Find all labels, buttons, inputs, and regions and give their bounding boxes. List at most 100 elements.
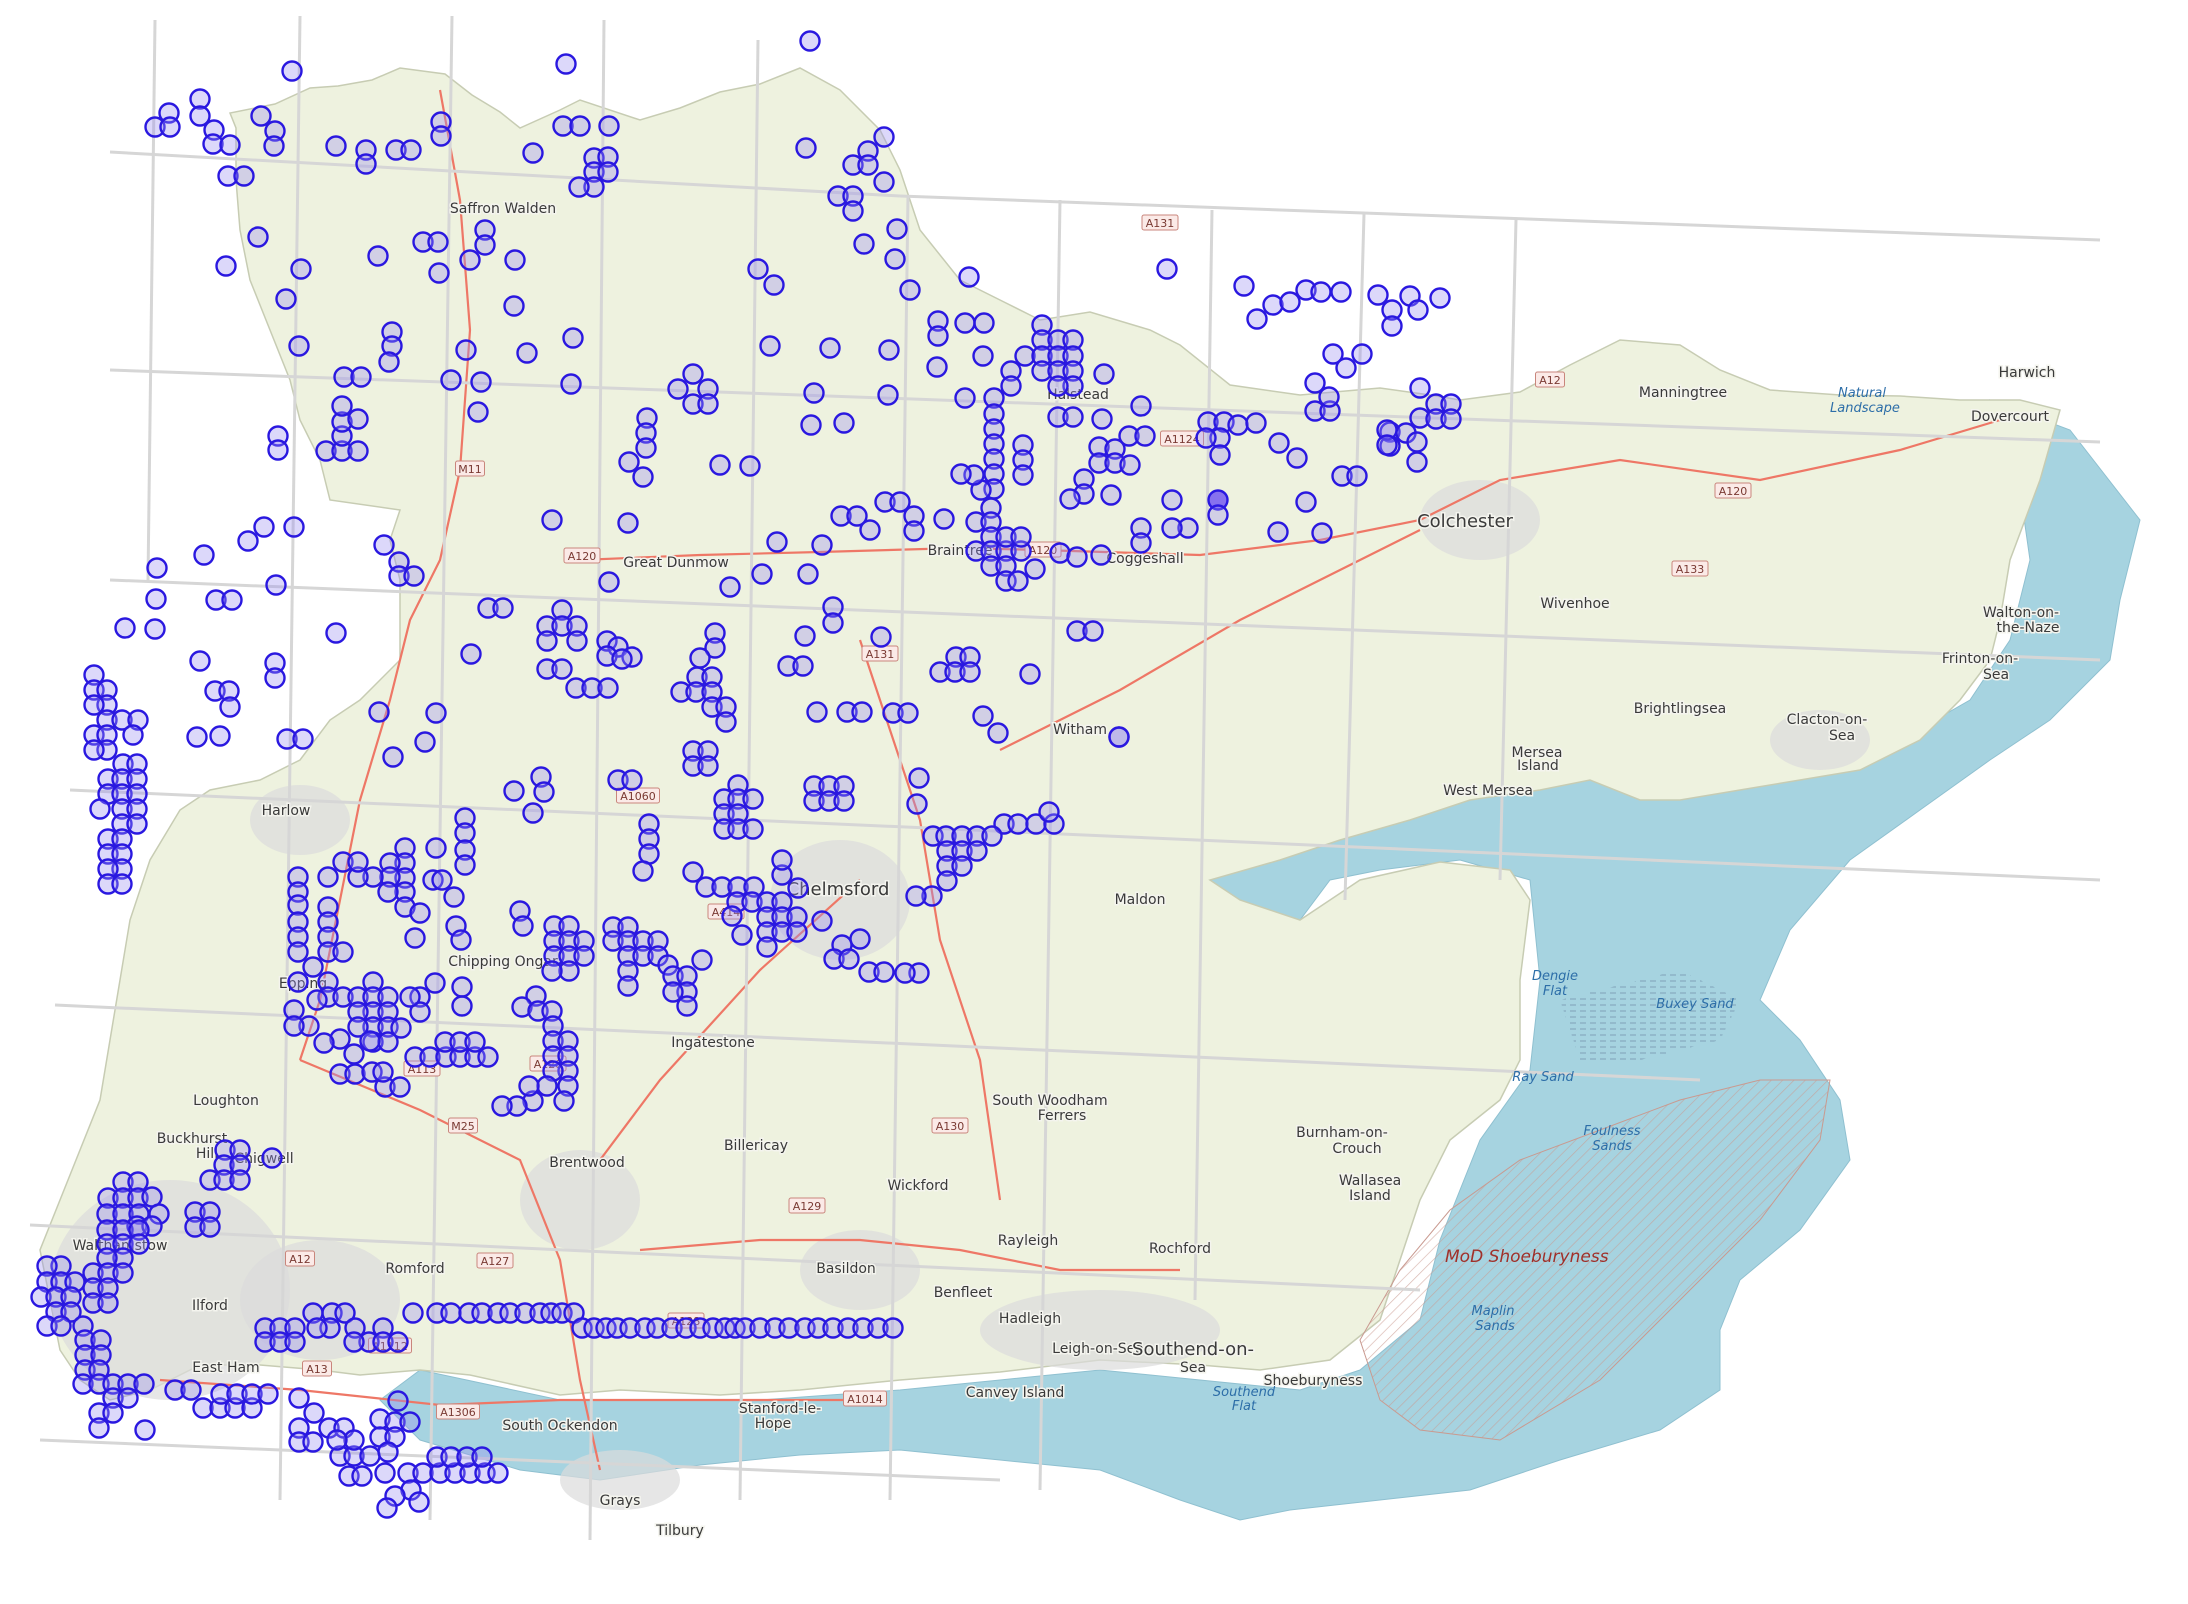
survey-site-marker[interactable] [1335, 357, 1357, 379]
survey-site-marker[interactable] [374, 1462, 396, 1484]
survey-site-marker[interactable] [283, 1015, 305, 1037]
survey-site-marker[interactable] [541, 960, 563, 982]
survey-site-marker[interactable] [287, 971, 309, 993]
survey-site-marker[interactable] [408, 1491, 430, 1513]
survey-site-marker[interactable] [792, 655, 814, 677]
survey-site-marker[interactable] [972, 705, 994, 727]
survey-site-marker[interactable] [237, 530, 259, 552]
survey-site-marker[interactable] [555, 53, 577, 75]
survey-site-marker[interactable] [351, 1465, 373, 1487]
survey-site-marker[interactable] [1376, 434, 1398, 456]
survey-site-marker[interactable] [265, 574, 287, 596]
survey-site-marker[interactable] [899, 279, 921, 301]
survey-site-marker[interactable] [377, 1441, 399, 1463]
survey-site-marker[interactable] [303, 1402, 325, 1424]
survey-site-marker[interactable] [1059, 488, 1081, 510]
survey-site-marker[interactable] [562, 327, 584, 349]
survey-site-marker[interactable] [951, 855, 973, 877]
survey-site-marker[interactable] [870, 626, 892, 648]
survey-site-marker[interactable] [332, 941, 354, 963]
survey-site-marker[interactable] [822, 612, 844, 634]
survey-site-marker[interactable] [1156, 258, 1178, 280]
survey-site-marker[interactable] [800, 414, 822, 436]
survey-site-marker[interactable] [1130, 395, 1152, 417]
survey-site-marker[interactable] [721, 905, 743, 927]
survey-site-marker[interactable] [281, 60, 303, 82]
survey-site-marker[interactable] [787, 877, 809, 899]
survey-site-marker[interactable] [219, 696, 241, 718]
survey-site-marker[interactable] [873, 171, 895, 193]
survey-site-marker[interactable] [838, 948, 860, 970]
survey-site-marker[interactable] [451, 995, 473, 1017]
survey-site-marker[interactable] [288, 335, 310, 357]
survey-site-marker[interactable] [903, 520, 925, 542]
survey-site-marker[interactable] [715, 711, 737, 733]
survey-site-marker[interactable] [1007, 813, 1029, 835]
survey-site-marker[interactable] [1093, 363, 1115, 385]
survey-site-marker[interactable] [133, 1373, 155, 1395]
survey-site-marker[interactable] [851, 701, 873, 723]
survey-site-marker[interactable] [347, 408, 369, 430]
survey-site-marker[interactable] [302, 1431, 324, 1453]
survey-site-marker[interactable] [709, 454, 731, 476]
survey-site-marker[interactable] [533, 781, 555, 803]
survey-site-marker[interactable] [402, 1302, 424, 1324]
survey-site-marker[interactable] [884, 248, 906, 270]
survey-site-marker[interactable] [83, 694, 105, 716]
survey-site-marker[interactable] [257, 1383, 279, 1405]
survey-site-marker[interactable] [450, 929, 472, 951]
survey-site-marker[interactable] [474, 234, 496, 256]
survey-site-marker[interactable] [598, 571, 620, 593]
survey-site-marker[interactable] [908, 767, 930, 789]
survey-site-marker[interactable] [617, 512, 639, 534]
survey-site-marker[interactable] [1161, 489, 1183, 511]
survey-site-marker[interactable] [431, 869, 453, 891]
survey-site-marker[interactable] [284, 1331, 306, 1353]
survey-site-marker[interactable] [306, 1317, 328, 1339]
survey-site-marker[interactable] [193, 544, 215, 566]
survey-site-marker[interactable] [102, 1402, 124, 1424]
survey-site-marker[interactable] [691, 949, 713, 971]
survey-site-marker[interactable] [536, 1075, 558, 1097]
survey-site-marker[interactable] [689, 647, 711, 669]
survey-site-marker[interactable] [263, 135, 285, 157]
survey-site-marker[interactable] [905, 885, 927, 907]
survey-site-marker[interactable] [1082, 620, 1104, 642]
survey-site-marker[interactable] [1286, 447, 1308, 469]
survey-site-marker[interactable] [470, 371, 492, 393]
survey-site-marker[interactable] [1268, 432, 1290, 454]
survey-site-marker[interactable] [404, 927, 426, 949]
survey-site-marker[interactable] [376, 1497, 398, 1519]
survey-site-marker[interactable] [1246, 308, 1268, 330]
survey-site-marker[interactable] [981, 825, 1003, 847]
survey-site-marker[interactable] [833, 412, 855, 434]
survey-site-marker[interactable] [611, 648, 633, 670]
survey-site-marker[interactable] [503, 295, 525, 317]
survey-site-marker[interactable] [697, 393, 719, 415]
survey-site-marker[interactable] [89, 798, 111, 820]
survey-site-marker[interactable] [1330, 281, 1352, 303]
survey-site-marker[interactable] [794, 625, 816, 647]
survey-site-marker[interactable] [122, 724, 144, 746]
survey-site-marker[interactable] [573, 945, 595, 967]
survey-site-marker[interactable] [959, 661, 981, 683]
survey-site-marker[interactable] [343, 1331, 365, 1353]
survey-site-marker[interactable] [425, 837, 447, 859]
survey-site-marker[interactable] [1119, 454, 1141, 476]
survey-site-marker[interactable] [390, 1017, 412, 1039]
survey-site-marker[interactable] [795, 137, 817, 159]
survey-site-marker[interactable] [1267, 521, 1289, 543]
survey-site-marker[interactable] [440, 1302, 462, 1324]
survey-site-marker[interactable] [849, 928, 871, 950]
survey-site-marker[interactable] [522, 142, 544, 164]
survey-site-marker[interactable] [373, 534, 395, 556]
survey-site-marker[interactable] [145, 588, 167, 610]
survey-site-marker[interactable] [632, 466, 654, 488]
survey-site-marker[interactable] [719, 576, 741, 598]
survey-site-marker[interactable] [144, 618, 166, 640]
survey-site-marker[interactable] [1024, 558, 1046, 580]
survey-site-marker[interactable] [803, 382, 825, 404]
survey-site-marker[interactable] [347, 440, 369, 462]
survey-site-marker[interactable] [1346, 465, 1368, 487]
survey-site-marker[interactable] [954, 312, 976, 334]
